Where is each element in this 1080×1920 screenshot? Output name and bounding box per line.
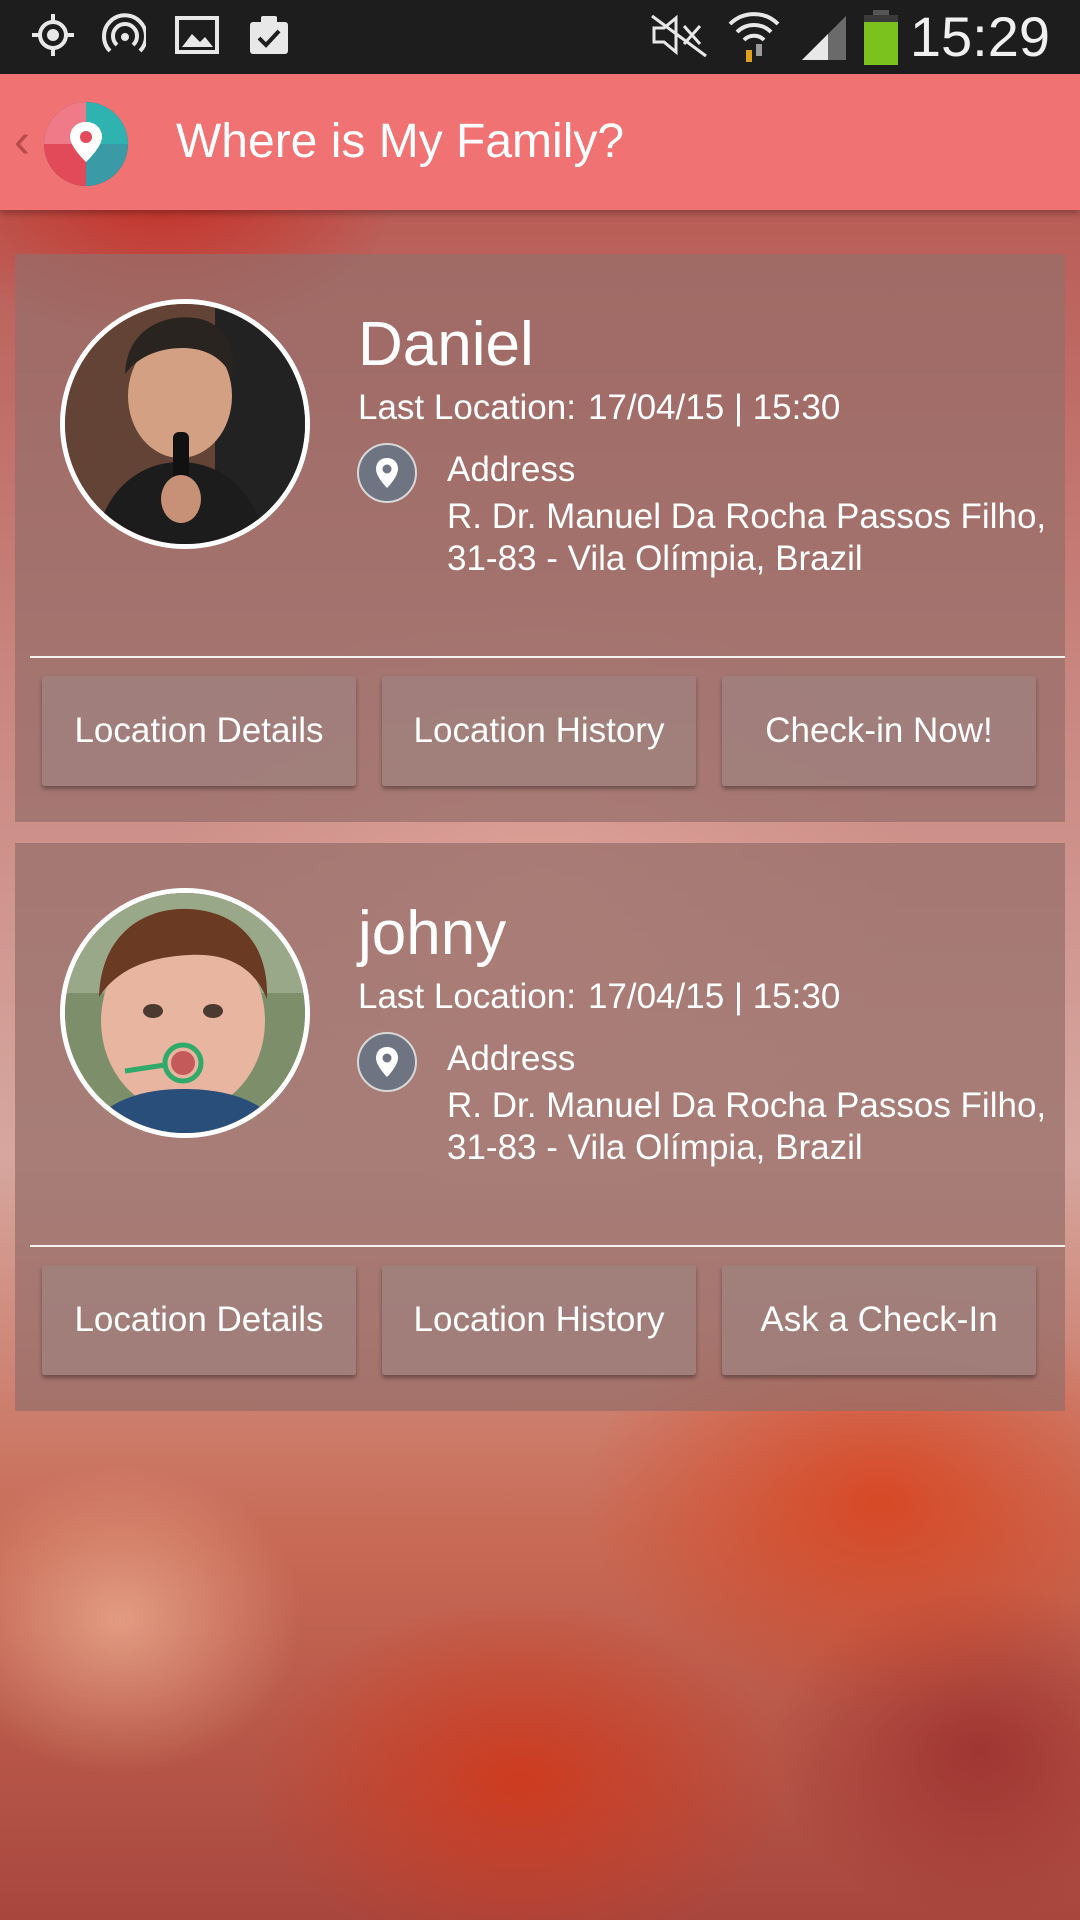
last-location-value: 17/04/15 | 15:30 [587,977,841,1016]
avatar[interactable] [60,888,310,1138]
screen: 15:29 ‹ Where is My Family? Daniel Last … [0,0,1080,1920]
address-line: 31-83 - Vila Olímpia, Brazil [447,539,863,578]
last-location-label: Last Location: [358,388,576,427]
location-target-icon [32,14,74,56]
ask-check-in-button[interactable]: Ask a Check-In [722,1265,1036,1375]
app-title: Where is My Family? [176,115,625,168]
location-history-button[interactable]: Location History [382,676,696,786]
back-chevron-icon[interactable]: ‹ [14,118,30,166]
last-location: Last Location: 17/04/15 | 15:30 [358,386,840,430]
address-text: R. Dr. Manuel Da Rocha Passos Filho, 31-… [447,496,1057,580]
clipboard-check-icon [250,16,288,54]
address-line: R. Dr. Manuel Da Rocha Passos Filho, [447,497,1047,536]
member-card: johny Last Location: 17/04/15 | 15:30 Add… [15,843,1065,1411]
address-line: 31-83 - Vila Olímpia, Brazil [447,1128,863,1167]
last-location-value: 17/04/15 | 15:30 [587,388,841,427]
location-pin-icon [357,443,417,503]
mute-icon [651,14,707,58]
divider [30,656,1065,658]
address-line: R. Dr. Manuel Da Rocha Passos Filho, [447,1086,1047,1125]
location-pin-icon [357,1032,417,1092]
status-bar: 15:29 [0,0,1080,74]
app-bar: ‹ Where is My Family? [0,74,1080,210]
wifi-hotspot-icon [102,13,146,53]
location-pin-logo-icon[interactable] [42,100,130,188]
battery-icon [864,10,898,65]
check-in-now-button[interactable]: Check-in Now! [722,676,1036,786]
location-history-button[interactable]: Location History [382,1265,696,1375]
member-name: johny [358,899,507,968]
member-card: Daniel Last Location: 17/04/15 | 15:30 Ad… [15,254,1065,822]
avatar-image [65,893,305,1133]
location-details-button[interactable]: Location Details [42,1265,356,1375]
last-location-label: Last Location: [358,977,576,1016]
last-location: Last Location: 17/04/15 | 15:30 [358,975,840,1019]
avatar-image [65,304,305,544]
divider [30,1245,1065,1247]
avatar[interactable] [60,299,310,549]
wifi-icon [728,12,780,62]
signal-icon [802,16,846,60]
gallery-icon [175,16,219,54]
address-text: R. Dr. Manuel Da Rocha Passos Filho, 31-… [447,1085,1057,1169]
location-details-button[interactable]: Location Details [42,676,356,786]
address-label: Address [447,450,576,489]
status-time: 15:29 [909,5,1050,68]
address-label: Address [447,1039,576,1078]
member-name: Daniel [358,310,534,379]
